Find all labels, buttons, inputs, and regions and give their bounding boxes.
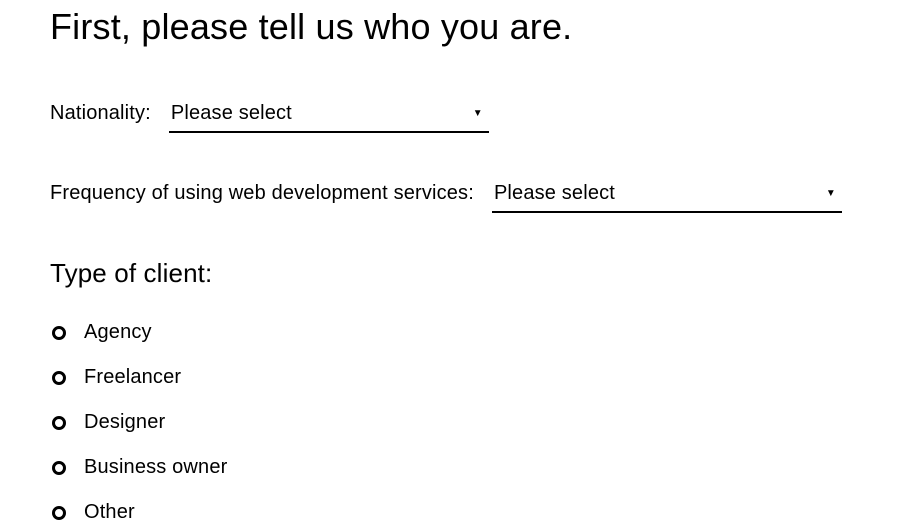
client-type-option[interactable]: Designer xyxy=(52,411,848,434)
client-type-option[interactable]: Agency xyxy=(52,321,848,344)
frequency-field: Frequency of using web development servi… xyxy=(50,178,848,213)
radio-option-label: Freelancer xyxy=(84,366,181,389)
radio-icon xyxy=(52,416,66,430)
chevron-down-icon: ▼ xyxy=(826,189,836,199)
frequency-selected-value: Please select xyxy=(494,182,615,205)
radio-icon xyxy=(52,371,66,385)
frequency-select[interactable]: Please select ▼ xyxy=(492,178,842,213)
radio-option-label: Agency xyxy=(84,321,152,344)
radio-option-label: Business owner xyxy=(84,456,227,479)
radio-icon xyxy=(52,461,66,475)
client-type-option[interactable]: Freelancer xyxy=(52,366,848,389)
page-heading: First, please tell us who you are. xyxy=(50,6,848,48)
radio-option-label: Designer xyxy=(84,411,165,434)
radio-icon xyxy=(52,326,66,340)
client-type-option[interactable]: Other xyxy=(52,501,848,524)
client-type-heading: Type of client: xyxy=(50,258,848,289)
nationality-label: Nationality: xyxy=(50,99,151,127)
nationality-selected-value: Please select xyxy=(171,102,292,125)
chevron-down-icon: ▼ xyxy=(473,109,483,119)
nationality-select[interactable]: Please select ▼ xyxy=(169,98,489,133)
frequency-label: Frequency of using web development servi… xyxy=(50,179,474,207)
client-type-option[interactable]: Business owner xyxy=(52,456,848,479)
radio-option-label: Other xyxy=(84,501,135,524)
client-type-radio-group: Agency Freelancer Designer Business owne… xyxy=(52,321,848,524)
radio-icon xyxy=(52,506,66,520)
nationality-field: Nationality: Please select ▼ xyxy=(50,98,848,133)
